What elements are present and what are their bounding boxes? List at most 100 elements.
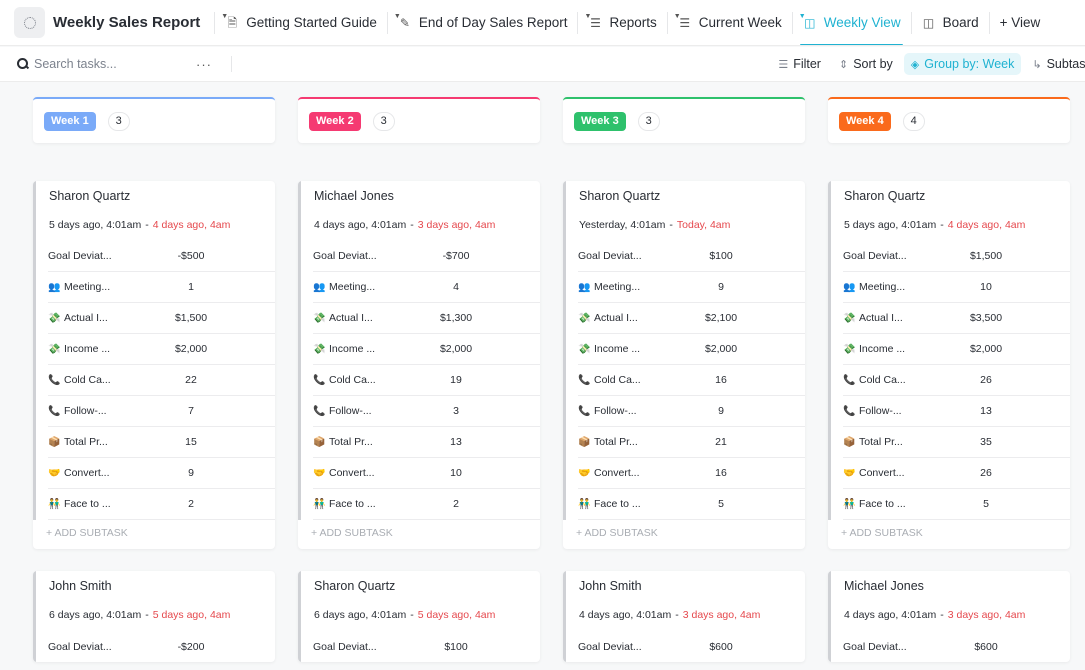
tab-link[interactable]: ◫ Board [910,11,989,34]
tab-end-of-day-sales-report[interactable]: ✎ ▼ End of Day Sales Report [386,0,578,45]
tab-link[interactable]: ☰ ▼ Current Week [666,11,792,34]
group-by-button[interactable]: ◈ Group by: Week [903,53,1022,75]
custom-field-row[interactable]: Goal Deviat... $100 [313,631,540,662]
custom-field-row[interactable]: 📞 Follow-... 7 [48,396,275,427]
task-dates[interactable]: 5 days ago, 4:01am -4 days ago, 4am [828,210,1070,241]
field-value[interactable]: 5 [688,498,754,510]
custom-field-row[interactable]: 📦 Total Pr... 21 [578,427,805,458]
task-dates[interactable]: 6 days ago, 4:01am -5 days ago, 4am [298,600,540,631]
task-name[interactable]: Sharon Quartz [33,181,275,210]
field-value[interactable]: $2,000 [423,343,489,355]
tab-board[interactable]: ◫ Board [910,0,989,45]
sort-button[interactable]: ⇕ Sort by [832,53,900,75]
field-value[interactable]: $600 [953,641,1019,653]
custom-field-row[interactable]: 📞 Cold Ca... 22 [48,365,275,396]
custom-field-row[interactable]: 📦 Total Pr... 13 [313,427,540,458]
custom-field-row[interactable]: 👬 Face to ... 2 [313,489,540,520]
field-value[interactable]: 35 [953,436,1019,448]
field-value[interactable]: 22 [158,374,224,386]
task-name[interactable]: John Smith [33,571,275,600]
task-name[interactable]: Sharon Quartz [563,181,805,210]
field-value[interactable]: 9 [688,405,754,417]
field-value[interactable]: $1,500 [953,250,1019,262]
task-name[interactable]: John Smith [563,571,805,600]
custom-field-row[interactable]: 📞 Cold Ca... 16 [578,365,805,396]
custom-field-row[interactable]: 📞 Follow-... 13 [843,396,1070,427]
tab-getting-started-guide[interactable]: 🗎 ▼ Getting Started Guide [214,0,387,45]
custom-field-row[interactable]: 💸 Actual I... $2,100 [578,303,805,334]
field-value[interactable]: 19 [423,374,489,386]
field-value[interactable]: 21 [688,436,754,448]
field-value[interactable]: $2,000 [953,343,1019,355]
add-subtask-button[interactable]: + ADD SUBTASK [563,520,805,549]
week-badge[interactable]: Week 3 [574,111,626,131]
add-subtask-button[interactable]: + ADD SUBTASK [33,520,275,549]
add-subtask-button[interactable]: + ADD SUBTASK [828,520,1070,549]
tab-weekly-view[interactable]: ◫ ▼ Weekly View [791,0,911,45]
custom-field-row[interactable]: Goal Deviat... $600 [843,631,1070,662]
field-value[interactable]: $2,000 [158,343,224,355]
field-value[interactable]: 26 [953,467,1019,479]
filter-button[interactable]: ☰ Filter [771,53,828,75]
task-name[interactable]: Sharon Quartz [298,571,540,600]
custom-field-row[interactable]: Goal Deviat... $600 [578,631,805,662]
week-badge[interactable]: Week 1 [44,111,96,131]
task-dates[interactable]: 6 days ago, 4:01am -5 days ago, 4am [33,600,275,631]
custom-field-row[interactable]: Goal Deviat... $100 [578,241,805,272]
custom-field-row[interactable]: 💸 Actual I... $3,500 [843,303,1070,334]
custom-field-row[interactable]: Goal Deviat... -$500 [48,241,275,272]
field-value[interactable]: 10 [423,467,489,479]
tab-reports[interactable]: ☰ ▼ Reports [577,0,666,45]
custom-field-row[interactable]: 🤝 Convert... 10 [313,458,540,489]
custom-field-row[interactable]: Goal Deviat... -$200 [48,631,275,662]
task-card[interactable]: Michael Jones 4 days ago, 4:01am -3 days a… [828,571,1070,662]
week-badge[interactable]: Week 4 [839,111,891,131]
custom-field-row[interactable]: 🤝 Convert... 9 [48,458,275,489]
field-value[interactable]: 1 [158,281,224,293]
tab-link[interactable]: ☰ ▼ Reports [577,11,666,34]
tab-view[interactable]: + View [988,0,1051,45]
custom-field-row[interactable]: 📞 Cold Ca... 19 [313,365,540,396]
task-card[interactable]: Michael Jones 4 days ago, 4:01am -3 days a… [298,181,540,549]
task-dates[interactable]: 5 days ago, 4:01am -4 days ago, 4am [33,210,275,241]
custom-field-row[interactable]: 💸 Income ... $2,000 [48,334,275,365]
task-dates[interactable]: 4 days ago, 4:01am -3 days ago, 4am [563,600,805,631]
field-value[interactable]: -$500 [158,250,224,262]
more-options-button[interactable]: ··· [196,57,212,72]
field-value[interactable]: $2,000 [688,343,754,355]
custom-field-row[interactable]: 👬 Face to ... 5 [578,489,805,520]
task-dates[interactable]: 4 days ago, 4:01am -3 days ago, 4am [828,600,1070,631]
custom-field-row[interactable]: 📞 Cold Ca... 26 [843,365,1070,396]
tab-link[interactable]: ✎ ▼ End of Day Sales Report [386,11,578,34]
task-card[interactable]: Sharon Quartz 5 days ago, 4:01am -4 days a… [33,181,275,549]
field-value[interactable]: $1,500 [158,312,224,324]
custom-field-row[interactable]: 👥 Meeting... 4 [313,272,540,303]
task-card[interactable]: Sharon Quartz 5 days ago, 4:01am -4 days a… [828,181,1070,549]
space-icon[interactable] [14,7,45,38]
custom-field-row[interactable]: 🤝 Convert... 26 [843,458,1070,489]
field-value[interactable]: $100 [688,250,754,262]
custom-field-row[interactable]: 💸 Actual I... $1,500 [48,303,275,334]
field-value[interactable]: 5 [953,498,1019,510]
field-value[interactable]: 4 [423,281,489,293]
tab-link[interactable]: 🗎 ▼ Getting Started Guide [214,11,387,34]
field-value[interactable]: 15 [158,436,224,448]
add-subtask-button[interactable]: + ADD SUBTASK [298,520,540,549]
custom-field-row[interactable]: Goal Deviat... $1,500 [843,241,1070,272]
task-name[interactable]: Michael Jones [298,181,540,210]
custom-field-row[interactable]: 💸 Actual I... $1,300 [313,303,540,334]
field-value[interactable]: 26 [953,374,1019,386]
field-value[interactable]: 9 [158,467,224,479]
task-name[interactable]: Sharon Quartz [828,181,1070,210]
field-value[interactable]: -$200 [158,641,224,653]
custom-field-row[interactable]: 📞 Follow-... 9 [578,396,805,427]
task-card[interactable]: John Smith 6 days ago, 4:01am -5 days ago,… [33,571,275,662]
custom-field-row[interactable]: Goal Deviat... -$700 [313,241,540,272]
field-value[interactable]: 10 [953,281,1019,293]
field-value[interactable]: $100 [423,641,489,653]
custom-field-row[interactable]: 📞 Follow-... 3 [313,396,540,427]
custom-field-row[interactable]: 👥 Meeting... 1 [48,272,275,303]
custom-field-row[interactable]: 💸 Income ... $2,000 [313,334,540,365]
custom-field-row[interactable]: 📦 Total Pr... 35 [843,427,1070,458]
field-value[interactable]: 13 [953,405,1019,417]
